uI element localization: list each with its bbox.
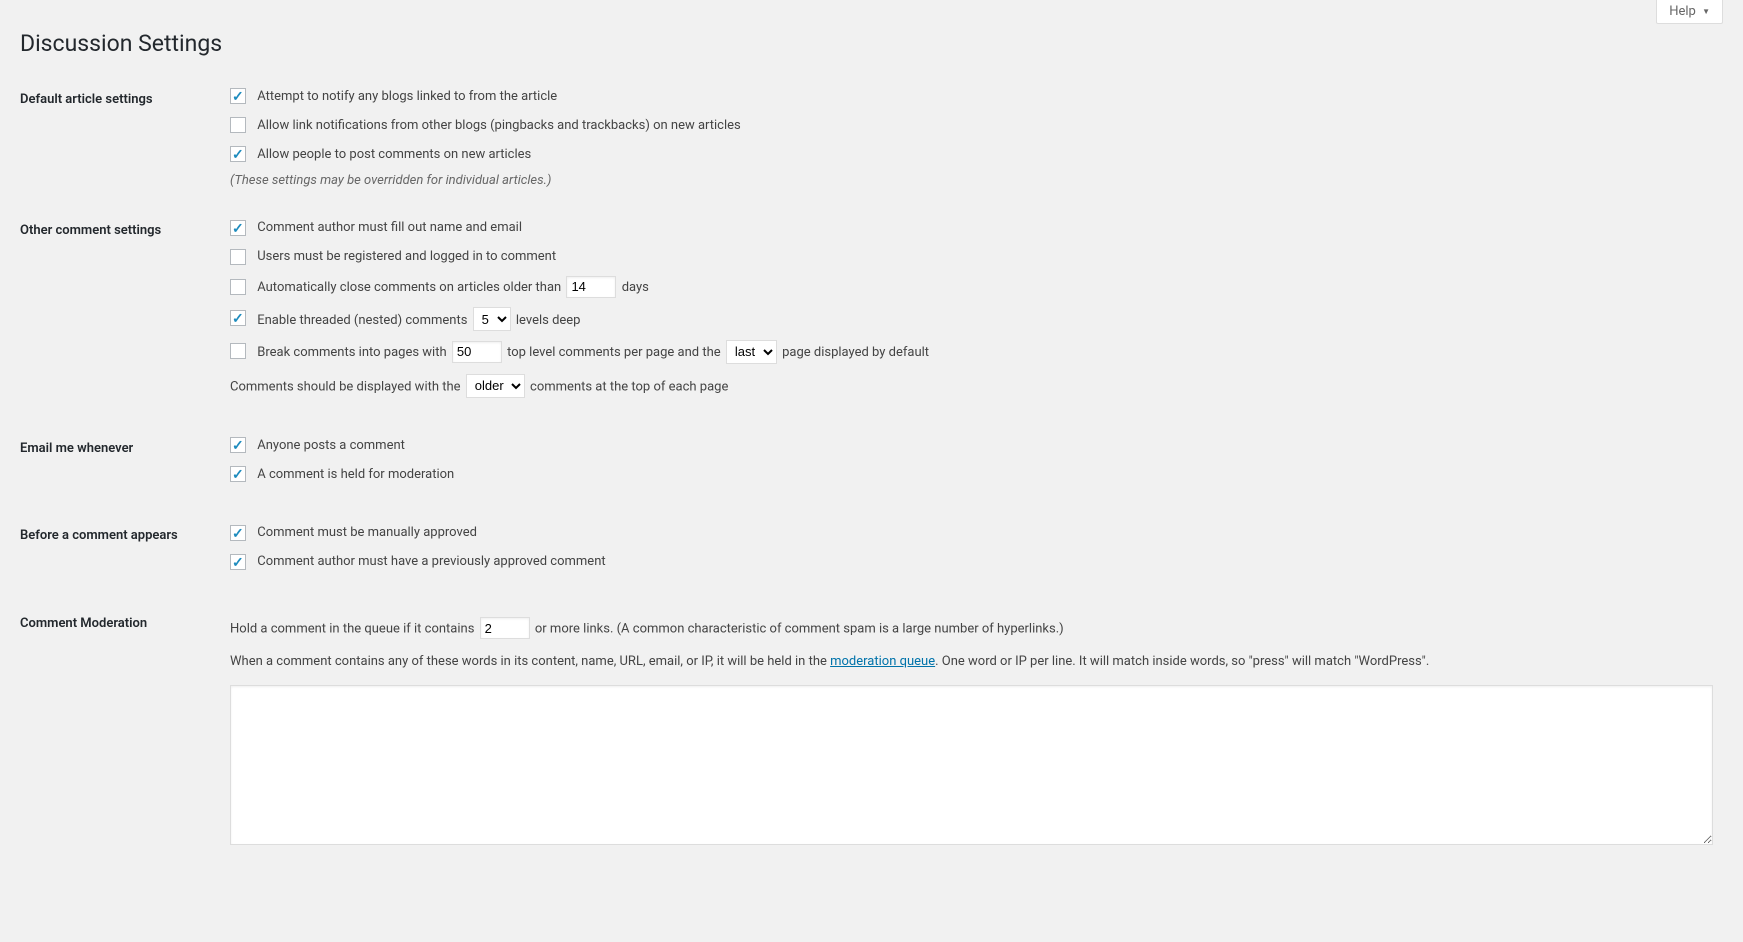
label-moderation-intro-before: When a comment contains any of these wor…	[230, 654, 830, 669]
checkbox-allow-pingbacks[interactable]	[230, 117, 246, 133]
checkbox-allow-comments[interactable]	[230, 146, 246, 162]
settings-table: Default article settings Attempt to noti…	[20, 77, 1723, 869]
section-heading-comment-moderation: Comment Moderation	[20, 601, 220, 869]
label-threaded-before: Enable threaded (nested) comments	[257, 313, 467, 328]
checkbox-require-registration[interactable]	[230, 249, 246, 265]
checkbox-manual-approve[interactable]	[230, 525, 246, 541]
input-max-links[interactable]	[480, 617, 530, 639]
label-require-name-email: Comment author must fill out name and em…	[257, 220, 522, 235]
help-tab[interactable]: Help ▼	[1656, 0, 1723, 24]
textarea-moderation-keys[interactable]	[230, 685, 1713, 845]
label-notify-blogs: Attempt to notify any blogs linked to fr…	[257, 89, 557, 104]
section-heading-before-appears: Before a comment appears	[20, 513, 220, 601]
label-email-anyone-posts: Anyone posts a comment	[257, 438, 405, 453]
page-title: Discussion Settings	[20, 30, 1723, 57]
section-heading-email-me: Email me whenever	[20, 426, 220, 514]
label-auto-close-after: days	[622, 280, 649, 295]
label-threaded-after: levels deep	[516, 313, 581, 328]
label-paginate-mid: top level comments per page and the	[507, 345, 721, 360]
label-allow-comments: Allow people to post comments on new art…	[257, 147, 531, 162]
label-allow-pingbacks: Allow link notifications from other blog…	[257, 118, 741, 133]
label-max-links-after: or more links. (A common characteristic …	[535, 622, 1064, 637]
label-order-before: Comments should be displayed with the	[230, 379, 461, 394]
label-moderation-intro-after: . One word or IP per line. It will match…	[935, 654, 1429, 669]
checkbox-threaded[interactable]	[230, 310, 246, 326]
label-auto-close-before: Automatically close comments on articles…	[257, 280, 561, 295]
checkbox-prev-approved[interactable]	[230, 554, 246, 570]
label-paginate-before: Break comments into pages with	[257, 345, 446, 360]
label-manual-approve: Comment must be manually approved	[257, 525, 477, 540]
label-paginate-after: page displayed by default	[782, 345, 929, 360]
section-heading-other-comment: Other comment settings	[20, 208, 220, 425]
checkbox-paginate[interactable]	[230, 343, 246, 359]
link-moderation-queue[interactable]: moderation queue	[830, 654, 935, 669]
checkbox-email-anyone-posts[interactable]	[230, 437, 246, 453]
caret-down-icon: ▼	[1702, 7, 1710, 16]
section-heading-default-article: Default article settings	[20, 77, 220, 208]
checkbox-auto-close[interactable]	[230, 279, 246, 295]
select-comment-order[interactable]: older	[466, 374, 525, 398]
select-threaded-levels[interactable]: 5	[473, 307, 511, 331]
note-default-article: (These settings may be overridden for in…	[230, 173, 1713, 188]
checkbox-require-name-email[interactable]	[230, 220, 246, 236]
label-order-after: comments at the top of each page	[530, 379, 728, 394]
checkbox-notify-blogs[interactable]	[230, 88, 246, 104]
select-default-page[interactable]: last	[726, 340, 777, 364]
label-require-registration: Users must be registered and logged in t…	[257, 249, 556, 264]
input-comments-per-page[interactable]	[452, 341, 502, 363]
checkbox-email-held-moderation[interactable]	[230, 466, 246, 482]
help-label: Help	[1669, 4, 1696, 19]
label-max-links-before: Hold a comment in the queue if it contai…	[230, 622, 474, 637]
input-auto-close-days[interactable]	[566, 276, 616, 298]
label-prev-approved: Comment author must have a previously ap…	[257, 554, 605, 569]
label-email-held-moderation: A comment is held for moderation	[257, 467, 454, 482]
